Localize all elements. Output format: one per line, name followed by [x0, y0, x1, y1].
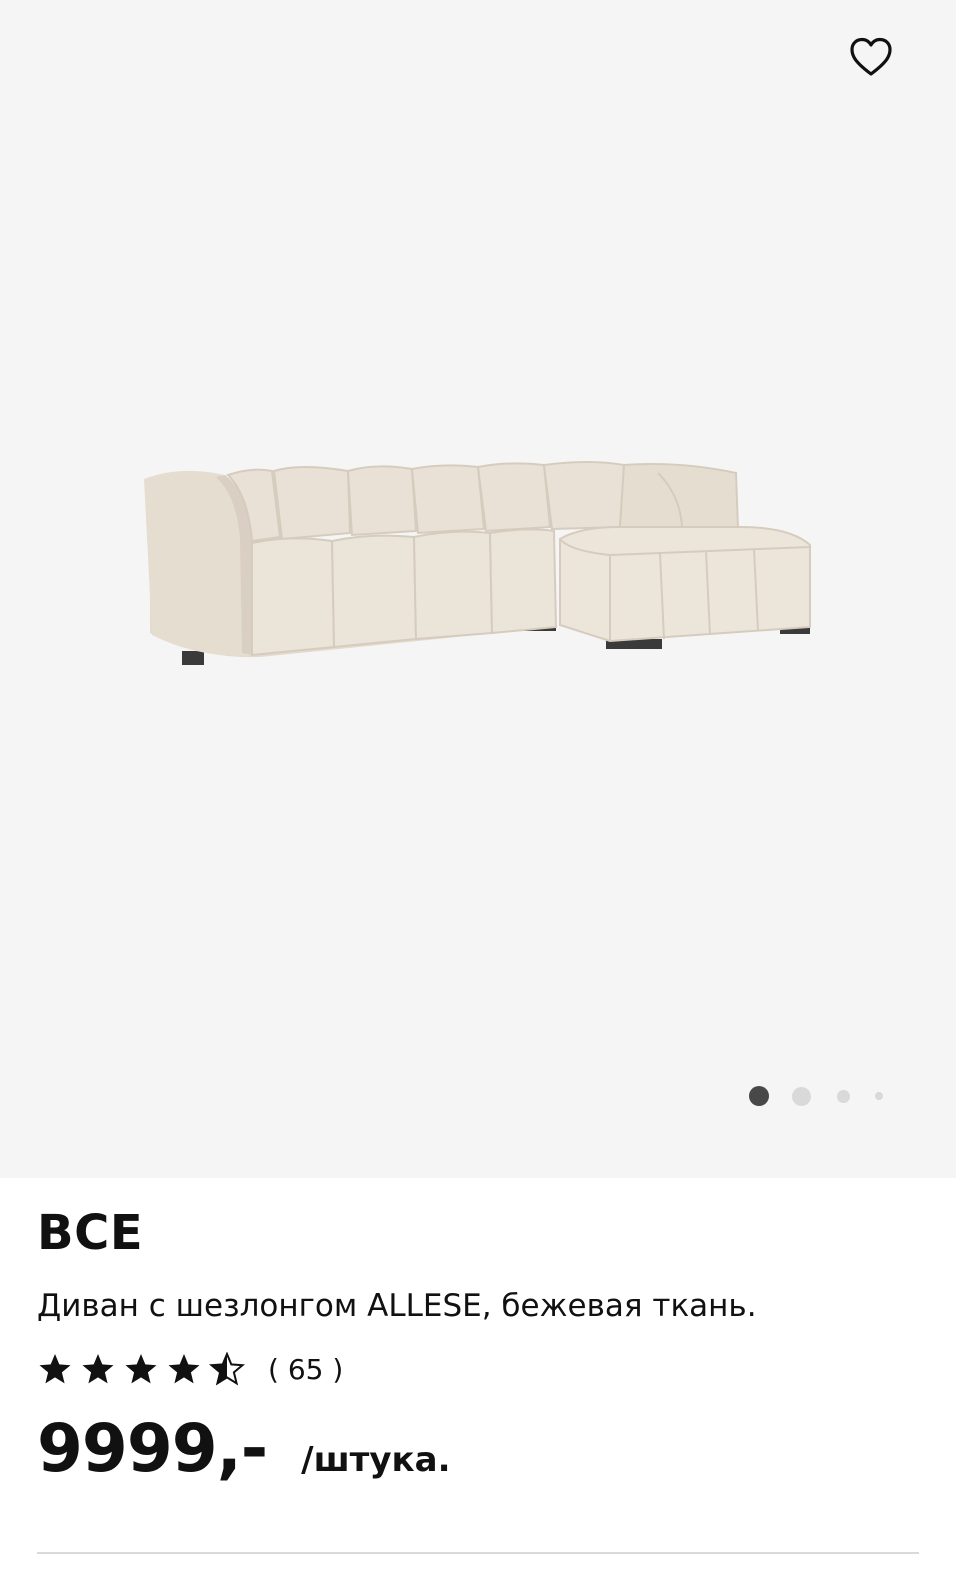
favorite-button[interactable]	[846, 33, 896, 83]
price-block: 9999,- /штука.	[37, 1410, 451, 1500]
rating-stars	[37, 1352, 252, 1386]
star-filled-icon	[125, 1354, 157, 1384]
section-divider	[37, 1552, 919, 1554]
carousel-dot-2[interactable]	[792, 1087, 811, 1106]
heart-outline-icon	[850, 37, 892, 76]
review-count: ( 65 )	[268, 1352, 344, 1386]
carousel-dot-4[interactable]	[875, 1092, 883, 1100]
star-filled-icon	[168, 1354, 200, 1384]
star-filled-icon	[82, 1354, 114, 1384]
carousel-indicators	[745, 1084, 895, 1108]
product-image-gallery[interactable]	[0, 0, 956, 1178]
carousel-dot-3[interactable]	[837, 1090, 850, 1103]
product-brand-name: ВСЕ	[37, 1205, 144, 1261]
product-page: ВСЕ Диван с шезлонгом ALLESE, бежевая тк…	[0, 0, 960, 1574]
price-unit: /штука.	[301, 1440, 451, 1480]
carousel-dot-1-active[interactable]	[749, 1086, 769, 1106]
product-description: Диван с шезлонгом ALLESE, бежевая ткань.	[37, 1288, 757, 1324]
star-filled-icon	[39, 1354, 71, 1384]
star-half-icon	[209, 1352, 245, 1386]
sofa-product-image	[144, 461, 811, 665]
product-rating[interactable]: ( 65 )	[37, 1346, 343, 1392]
product-price: 9999,-	[37, 1410, 268, 1487]
